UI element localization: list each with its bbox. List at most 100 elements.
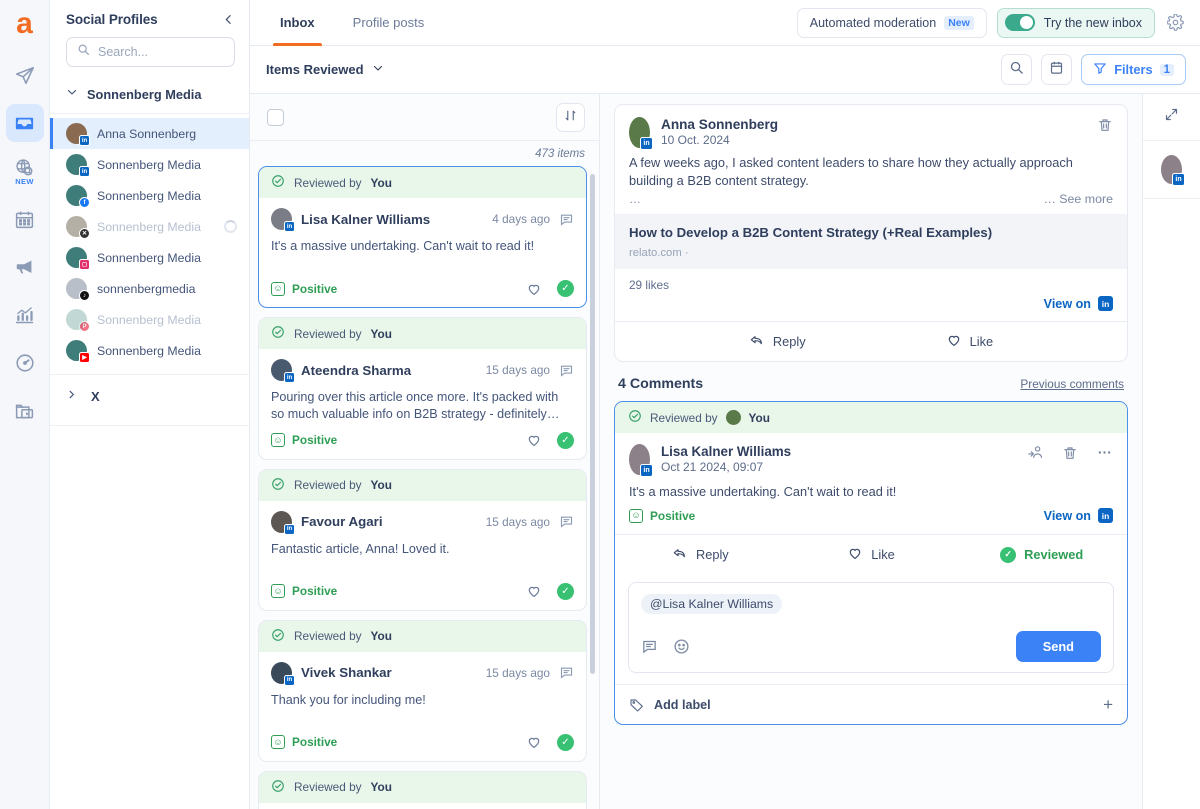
profile-item-sonnenbergmedia-tiktok[interactable]: ♪ sonnenbergmedia <box>50 273 249 304</box>
mark-reviewed-button[interactable]: ✓ <box>557 582 574 600</box>
gear-icon[interactable] <box>1165 12 1186 33</box>
profile-group-x[interactable]: X <box>50 375 249 417</box>
campaigns-icon <box>14 256 36 278</box>
nav-media-library[interactable] <box>6 392 44 430</box>
message-card[interactable]: Reviewed by You in Ateendra Sharma 15 da… <box>258 317 587 460</box>
trash-icon[interactable] <box>1062 445 1078 461</box>
heart-icon[interactable] <box>526 281 542 297</box>
linkedin-badge-icon: in <box>79 166 90 177</box>
profile-group-sonnenberg-media[interactable]: Sonnenberg Media <box>50 79 249 114</box>
mark-reviewed-button[interactable]: ✓ <box>557 733 574 751</box>
message-card-partial[interactable]: Reviewed by You <box>258 770 587 809</box>
mark-reviewed-button[interactable]: ✓ <box>557 431 574 449</box>
linkedin-icon: in <box>1098 296 1113 312</box>
avatar[interactable]: in <box>1161 155 1185 186</box>
saved-replies-icon[interactable] <box>641 638 658 655</box>
comment-reviewed-button[interactable]: ✓ Reviewed <box>956 546 1127 563</box>
avatar: in <box>629 117 653 150</box>
nav-calendar[interactable] <box>6 200 44 238</box>
post-reply-button[interactable]: Reply <box>749 332 806 351</box>
reply-composer[interactable]: @Lisa Kalner Williams Send <box>628 582 1114 674</box>
post-like-button[interactable]: Like <box>946 332 993 351</box>
nav-campaigns[interactable] <box>6 248 44 286</box>
sentiment-indicator: ☺ Positive <box>271 433 337 448</box>
detail-column: in Anna Sonnenberg 10 Oct. 2024 A few we… <box>600 94 1142 809</box>
add-label-text: Add label <box>654 697 711 712</box>
list-scrollbar[interactable] <box>590 174 595 674</box>
sort-button[interactable] <box>556 102 585 132</box>
main-area: Inbox Profile posts Automated moderation… <box>250 0 1200 809</box>
reply-icon <box>672 545 688 564</box>
nav-listening[interactable]: NEW <box>6 152 44 190</box>
profile-item-sonnenberg-media-x[interactable]: ✕ Sonnenberg Media <box>50 211 249 242</box>
add-label-row[interactable]: Add label + <box>615 684 1127 724</box>
comment-like-button[interactable]: Like <box>786 545 957 564</box>
profile-item-anna-sonnenberg[interactable]: in Anna Sonnenberg <box>50 118 249 149</box>
social-profiles-sidebar: Social Profiles Sonnenberg Media in <box>50 0 250 809</box>
send-button[interactable]: Send <box>1015 631 1101 663</box>
date-range-button[interactable] <box>1041 54 1073 85</box>
see-more-link[interactable]: … See more <box>1043 192 1113 206</box>
message-card[interactable]: Reviewed by You in Vivek Shankar 15 days… <box>258 619 587 762</box>
more-options-icon[interactable] <box>1096 444 1113 461</box>
nav-benchmarks[interactable] <box>6 344 44 382</box>
expand-button[interactable] <box>1143 94 1200 141</box>
profile-item-sonnenberg-media-youtube[interactable]: ▶ Sonnenberg Media <box>50 335 249 366</box>
tab-inbox[interactable]: Inbox <box>266 0 329 46</box>
message-card-body: in Favour Agari 15 days ago Fantastic ar… <box>259 501 586 575</box>
link-preview[interactable]: How to Develop a B2B Content Strategy (+… <box>615 214 1127 270</box>
nav-publish[interactable] <box>6 56 44 94</box>
linkedin-badge-icon: in <box>79 135 90 146</box>
trash-icon[interactable] <box>1097 117 1113 133</box>
reviewed-text: Reviewed by <box>294 780 362 795</box>
filters-count-badge: 1 <box>1159 63 1174 76</box>
profile-item-sonnenberg-media-instagram[interactable]: ◻ Sonnenberg Media <box>50 242 249 273</box>
heart-icon[interactable] <box>526 583 542 599</box>
mention-chip[interactable]: @Lisa Kalner Williams <box>641 594 783 615</box>
comment-view-on-linkedin-link[interactable]: View on in <box>1044 508 1113 524</box>
assign-user-icon[interactable] <box>1027 444 1044 461</box>
profile-item-sonnenberg-media-facebook[interactable]: f Sonnenberg Media <box>50 180 249 211</box>
heart-icon[interactable] <box>526 432 542 448</box>
heart-icon[interactable] <box>526 734 542 750</box>
select-all-checkbox[interactable] <box>267 108 284 126</box>
search-button[interactable] <box>1001 54 1033 85</box>
previous-comments-link[interactable]: Previous comments <box>1020 377 1124 391</box>
tab-profile-posts[interactable]: Profile posts <box>339 0 439 45</box>
check-circle-icon <box>271 628 285 645</box>
mark-reviewed-button[interactable]: ✓ <box>557 280 574 297</box>
positive-face-icon: ☺ <box>629 508 643 523</box>
sentiment-indicator: ☺ Positive <box>271 281 337 296</box>
message-card[interactable]: Reviewed by You in Favour Agari 15 days … <box>258 468 587 611</box>
toggle-switch[interactable] <box>1004 14 1035 31</box>
message-card[interactable]: Reviewed by You in Lisa Kalner Williams … <box>258 166 587 308</box>
linkedin-badge-icon: in <box>284 523 295 535</box>
chevron-left-icon[interactable] <box>222 13 235 26</box>
message-text: Fantastic article, Anna! Loved it. <box>271 541 450 556</box>
nav-analytics[interactable] <box>6 296 44 334</box>
filters-button[interactable]: Filters 1 <box>1081 54 1186 85</box>
nav-inbox[interactable] <box>5 104 44 142</box>
try-new-inbox-toggle[interactable]: Try the new inbox <box>996 7 1155 38</box>
message-list[interactable]: Reviewed by You in Lisa Kalner Williams … <box>250 166 599 809</box>
automated-moderation-button[interactable]: Automated moderation New <box>796 7 987 38</box>
listening-new-badge: NEW <box>15 176 34 186</box>
post-truncation-row: … … See more <box>615 190 1127 214</box>
comment-reply-button[interactable]: Reply <box>615 545 786 564</box>
items-reviewed-dropdown[interactable]: Items Reviewed <box>266 61 384 79</box>
positive-face-icon: ☺ <box>271 433 285 448</box>
emoji-icon[interactable] <box>673 638 690 655</box>
view-on-linkedin-link[interactable]: View on in <box>1044 296 1113 312</box>
profile-item-sonnenberg-media-pinterest[interactable]: P Sonnenberg Media <box>50 304 249 335</box>
profile-search-input[interactable] <box>98 45 224 59</box>
avatar: in <box>66 154 90 177</box>
publish-icon <box>14 64 36 86</box>
profile-item-sonnenberg-media-linkedin[interactable]: in Sonnenberg Media <box>50 149 249 180</box>
avatar: ♪ <box>66 278 90 301</box>
profile-search-box[interactable] <box>66 37 235 67</box>
avatar: P <box>66 309 90 332</box>
add-label-plus-button[interactable]: + <box>1103 696 1113 713</box>
linkedin-icon: in <box>1098 508 1113 524</box>
comment-card: Reviewed by You in Lisa Kalner Williams … <box>614 401 1128 726</box>
right-rail-avatar-wrap: in <box>1143 141 1200 199</box>
